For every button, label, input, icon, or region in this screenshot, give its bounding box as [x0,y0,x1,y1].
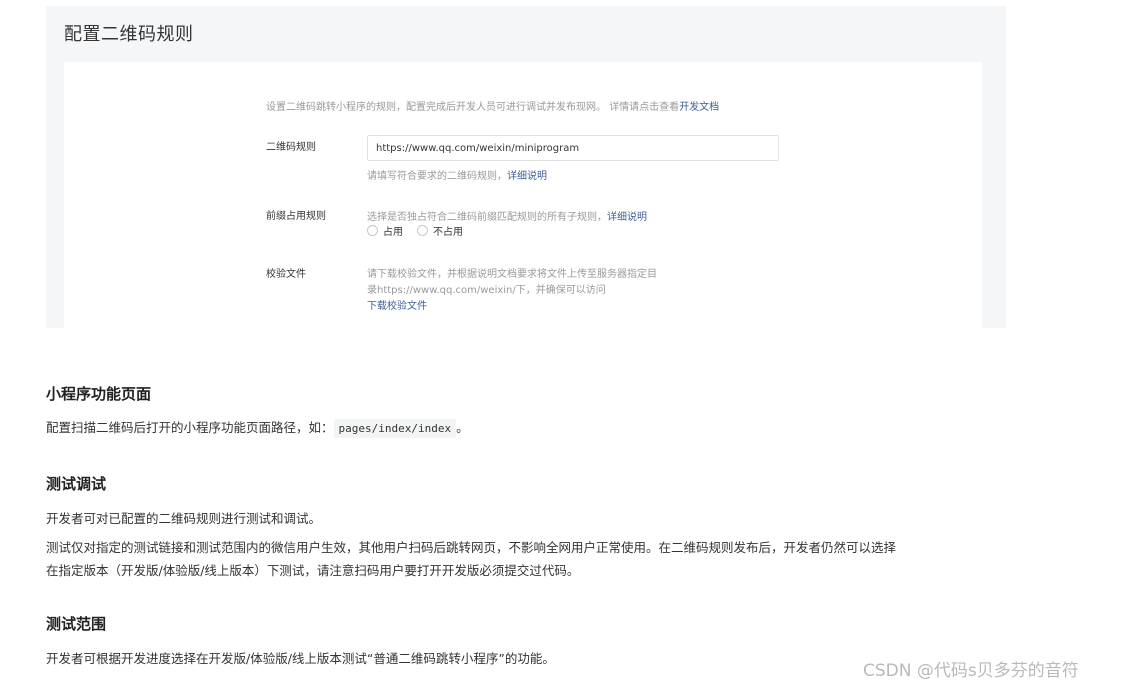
feature-page-text-pre: 配置扫描二维码后打开的小程序功能页面路径，如： [46,420,334,435]
prefix-rule-hint: 选择是否独占符合二维码前缀匹配规则的所有子规则，详细说明 [367,208,647,223]
qr-rule-label: 二维码规则 [266,142,316,153]
qr-rule-detail-link[interactable]: 详细说明 [507,171,547,182]
feature-page-text-post: 。 [456,420,469,435]
testing-paragraph-2a: 测试仅对指定的测试链接和测试范围内的微信用户生效，其他用户扫码后跳转网页，不影响… [46,540,897,555]
verify-line2: 录https://www.qq.com/weixin/下，并确保可以访问 [367,285,606,296]
config-card: 设置二维码跳转小程序的规则，配置完成后开发人员可进行调试并发布现网。 详情请点击… [64,62,982,328]
test-scope-paragraph: 开发者可根据开发进度选择在开发版/体验版/线上版本测试“普通二维码跳转小程序”的… [46,651,555,666]
radio-not-occupy-label: 不占用 [433,227,463,238]
radio-occupy[interactable]: 占用 [367,223,403,238]
prefix-detail-link[interactable]: 详细说明 [607,212,647,223]
dev-docs-link[interactable]: 开发文档 [679,102,719,113]
intro-text-body: 设置二维码跳转小程序的规则，配置完成后开发人员可进行调试并发布现网。 详情请点击… [266,102,680,113]
screenshot-panel: 配置二维码规则 设置二维码跳转小程序的规则，配置完成后开发人员可进行调试并发布现… [46,6,1006,328]
testing-paragraph-2b: 在指定版本（开发版/体验版/线上版本）下测试，请注意扫码用户要打开开发版必须提交… [46,563,580,578]
path-code: pages/index/index [333,419,457,438]
qr-rule-input[interactable] [367,135,779,161]
section-title-test-scope: 测试范围 [46,615,107,633]
csdn-watermark: CSDN @代码s贝多芬的音符 [863,661,1079,681]
prefix-rule-label: 前缀占用规则 [266,211,326,222]
feature-page-text: 配置扫描二维码后打开的小程序功能页面路径，如： pages/index/index… [46,417,469,438]
verify-line1: 请下载校验文件，并根据说明文档要求将文件上传至服务器指定目 [367,269,657,280]
prefix-radio-group: 占用 不占用 [367,223,477,238]
download-verify-file-link[interactable]: 下载校验文件 [367,297,427,312]
qr-rule-hint-text: 请填写符合要求的二维码规则， [367,171,507,182]
prefix-rule-hint-text: 选择是否独占符合二维码前缀匹配规则的所有子规则， [367,212,607,223]
panel-title: 配置二维码规则 [64,24,194,45]
radio-circle-icon[interactable] [417,225,428,236]
radio-occupy-label: 占用 [383,227,403,238]
intro-text: 设置二维码跳转小程序的规则，配置完成后开发人员可进行调试并发布现网。 详情请点击… [266,98,719,113]
qr-rule-hint: 请填写符合要求的二维码规则，详细说明 [367,167,547,182]
testing-paragraph-1: 开发者可对已配置的二维码规则进行测试和调试。 [46,511,322,526]
verify-file-label: 校验文件 [266,269,306,280]
radio-not-occupy[interactable]: 不占用 [417,223,463,238]
section-title-testing: 测试调试 [46,475,107,493]
section-title-feature-page: 小程序功能页面 [46,385,152,403]
radio-circle-icon[interactable] [367,225,378,236]
